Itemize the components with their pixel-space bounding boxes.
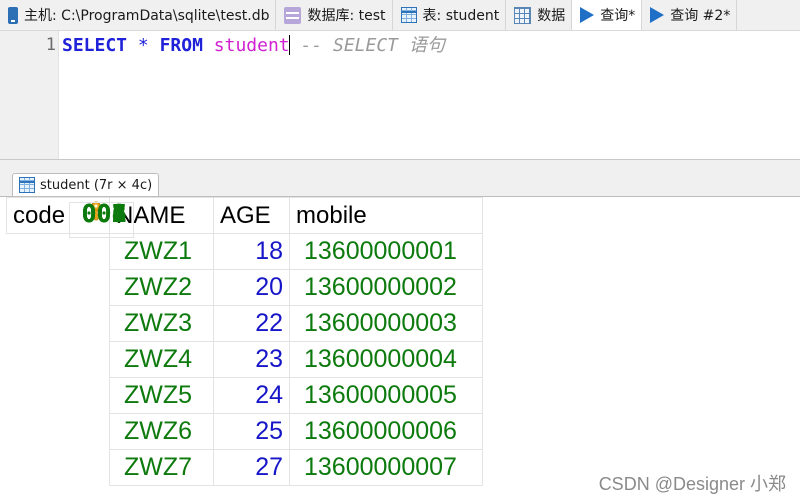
sql-editor[interactable]: 1 SELECT * FROM student -- SELECT 语句: [0, 31, 800, 160]
cell-mobile[interactable]: 13600000003: [289, 305, 483, 342]
table-row[interactable]: 007 ZWZ7 27 13600000007: [7, 201, 483, 486]
cell-mobile[interactable]: 13600000006: [289, 413, 483, 450]
tab-table[interactable]: 表: student: [393, 0, 507, 30]
result-tab-label: student (7r × 4c): [40, 177, 153, 193]
tab-host-label: 主机: C:\ProgramData\sqlite\test.db: [24, 8, 270, 24]
sql-keyword-from: FROM: [159, 35, 203, 56]
result-grid: code NAME AGE mobile 001 ZWZ1 18 1360000…: [6, 197, 483, 486]
cell-mobile[interactable]: 13600000005: [289, 377, 483, 414]
cell-name[interactable]: ZWZ6: [109, 413, 214, 450]
sql-comment: -- SELECT 语句: [300, 35, 445, 56]
tab-host[interactable]: 主机: C:\ProgramData\sqlite\test.db: [0, 0, 277, 30]
cell-age[interactable]: 25: [213, 413, 290, 450]
cell-name[interactable]: ZWZ1: [109, 233, 214, 270]
app-window: 主机: C:\ProgramData\sqlite\test.db 数据库: t…: [0, 0, 800, 504]
table-row[interactable]: 002 ZWZ2 20 13600000002: [7, 201, 483, 306]
line-number: 1: [45, 35, 56, 55]
cell-mobile[interactable]: 13600000004: [289, 341, 483, 378]
cell-age[interactable]: 20: [213, 269, 290, 306]
table-row[interactable]: 001 ZWZ1 18 13600000001: [7, 201, 483, 270]
tab-data[interactable]: 数据: [506, 0, 573, 30]
tab-query-2-label: 查询 #2*: [670, 8, 731, 24]
cell-name[interactable]: ZWZ3: [109, 305, 214, 342]
tab-query-2[interactable]: 查询 #2*: [642, 0, 738, 30]
sql-star: *: [137, 35, 149, 56]
watermark: CSDN @Designer 小郑: [598, 474, 786, 494]
tab-data-label: 数据: [537, 8, 566, 24]
tab-database-label: 数据库: test: [307, 8, 386, 24]
result-tab-student[interactable]: student (7r × 4c): [12, 173, 160, 196]
column-header-label: code: [13, 201, 66, 229]
sql-keyword-select: SELECT: [62, 35, 128, 56]
table-row[interactable]: 005 ZWZ5 24 13600000005: [7, 201, 483, 414]
database-icon: [284, 6, 302, 24]
cell-mobile[interactable]: 13600000007: [289, 449, 483, 486]
line-number-gutter: 1: [0, 31, 59, 159]
text-caret: [288, 35, 290, 55]
tab-table-label: 表: student: [422, 8, 500, 24]
table-icon: [400, 7, 417, 23]
cell-mobile[interactable]: 13600000001: [289, 233, 483, 270]
tab-database[interactable]: 数据库: test: [276, 0, 393, 30]
cell-code[interactable]: 007: [68, 201, 134, 238]
column-header-label: mobile: [296, 201, 367, 229]
cell-name[interactable]: ZWZ2: [109, 269, 214, 306]
cell-age[interactable]: 22: [213, 305, 290, 342]
cell-name[interactable]: ZWZ7: [109, 449, 214, 486]
cell-age[interactable]: 27: [213, 449, 290, 486]
play-icon: [650, 7, 665, 23]
sql-table-name: student: [213, 35, 290, 56]
cell-age[interactable]: 18: [213, 233, 290, 270]
result-tab-bar: student (7r × 4c): [0, 160, 800, 197]
table-icon: [19, 177, 35, 193]
column-header-age[interactable]: AGE: [213, 197, 290, 234]
play-icon: [580, 7, 595, 23]
tab-query[interactable]: 查询*: [572, 0, 643, 30]
cell-mobile[interactable]: 13600000002: [289, 269, 483, 306]
sql-line[interactable]: SELECT * FROM student -- SELECT 语句: [62, 35, 445, 57]
column-header-label: AGE: [220, 201, 271, 229]
column-header-mobile[interactable]: mobile: [289, 197, 483, 234]
cell-name[interactable]: ZWZ4: [109, 341, 214, 378]
tab-query-label: 查询*: [600, 8, 636, 24]
table-row[interactable]: 003 ZWZ3 22 13600000003: [7, 201, 483, 342]
table-row[interactable]: 006 ZWZ6 25 13600000006: [7, 201, 483, 450]
table-row[interactable]: 004 ZWZ4 23 13600000004: [7, 201, 483, 378]
grid-icon: [514, 6, 532, 24]
cell-age[interactable]: 23: [213, 341, 290, 378]
cell-name[interactable]: ZWZ5: [109, 377, 214, 414]
database-file-icon: [8, 6, 18, 24]
cell-age[interactable]: 24: [213, 377, 290, 414]
tab-bar: 主机: C:\ProgramData\sqlite\test.db 数据库: t…: [0, 0, 800, 31]
